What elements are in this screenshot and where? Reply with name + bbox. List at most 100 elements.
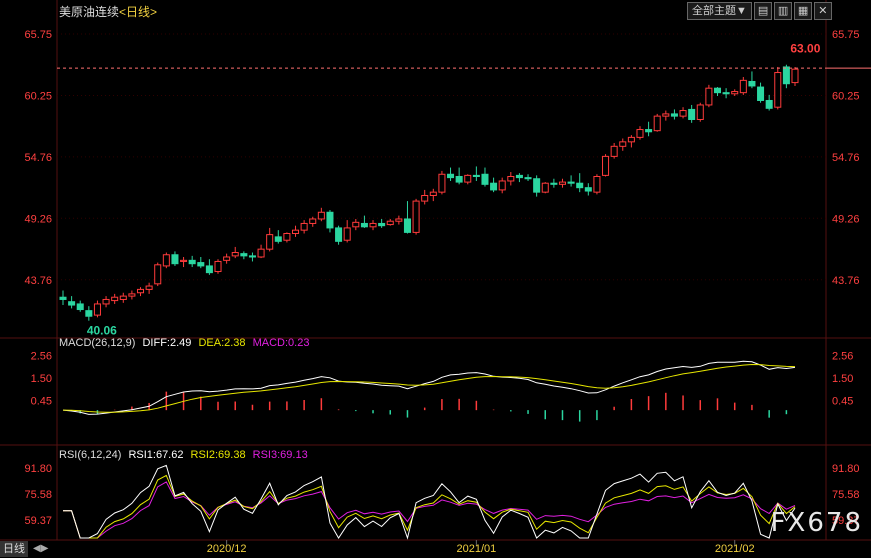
candle-body [774, 72, 782, 108]
candle-body [68, 301, 76, 306]
watermark-logo: FX678 [770, 508, 863, 538]
price-tick-right: 54.76 [832, 152, 860, 164]
candle-body [627, 136, 635, 143]
theme-dropdown[interactable]: 全部主题▼ [687, 2, 752, 20]
candle-body [757, 86, 765, 101]
rsi1-value: RSI1:67.62 [128, 449, 184, 461]
candle-body [739, 79, 747, 94]
candle-body [205, 265, 213, 274]
candle-body [490, 182, 498, 191]
candle-body [472, 174, 480, 177]
candle-body [188, 259, 196, 265]
candle-body [352, 221, 360, 228]
candle-body [197, 262, 205, 267]
candle-body [610, 145, 618, 157]
candle-body [214, 260, 222, 273]
scroll-right-icon[interactable]: ▶ [41, 543, 49, 554]
candle-body [679, 110, 687, 117]
scroll-left-icon[interactable]: ◀ [33, 543, 41, 554]
candle-body [85, 310, 93, 317]
candle-body [59, 296, 67, 300]
candle-body [791, 68, 799, 84]
candle-body [369, 222, 377, 228]
candlestick-series [59, 64, 799, 321]
macd-dea-line [62, 363, 796, 413]
macd-diff-value: DIFF:2.49 [142, 337, 192, 349]
candle-body [584, 187, 592, 192]
date-label: 2021/02 [715, 543, 755, 555]
layout-3-icon[interactable]: ▦ [793, 2, 812, 20]
price-tick-left: 54.76 [24, 152, 52, 164]
candle-body [326, 211, 334, 229]
candle-body [541, 182, 549, 193]
chart-canvas: 65.75 65.75 60.25 60.25 54.76 54.76 49.26 49.26… [0, 0, 871, 555]
macd-dea-value: DEA:2.38 [198, 337, 246, 349]
candle-body [455, 176, 463, 183]
candle-body [765, 99, 773, 109]
period-badge[interactable]: 日线 [0, 541, 28, 557]
candle-body [283, 233, 291, 241]
layout-2-icon[interactable]: ▥ [773, 2, 792, 20]
rsi1-line [63, 464, 796, 540]
candle-body [662, 113, 670, 117]
symbol-name: 美原油连续 [59, 5, 120, 19]
candle-body [653, 115, 661, 132]
candle-body [748, 80, 756, 87]
candle-body [136, 288, 145, 294]
date-label: 2020/12 [207, 543, 247, 555]
high-price-label: 63.00 [790, 42, 820, 56]
candle-body [162, 254, 170, 267]
candle-body [645, 129, 653, 133]
macd-macd-value: MACD:0.23 [252, 337, 310, 349]
candle-body [533, 178, 541, 193]
candle-body [567, 181, 575, 184]
candle-body [593, 176, 601, 193]
toolbar: 全部主题▼ ▤ ▥ ▦ ✕ [687, 2, 832, 20]
candle-body [119, 295, 127, 300]
candle-body [731, 91, 739, 95]
scroll-arrows[interactable]: ◀▶ [33, 541, 48, 557]
candle-body [292, 229, 300, 235]
rsi-tick-left: 91.80 [24, 463, 52, 475]
candle-body [335, 227, 343, 242]
candle-body [111, 296, 119, 302]
candle-body [395, 218, 403, 222]
macd-tick-left: 1.50 [31, 373, 52, 385]
candle-body [180, 259, 188, 262]
candle-body [713, 87, 722, 94]
candle-body [576, 182, 584, 189]
candle-body [360, 222, 368, 228]
price-tick-right: 43.76 [832, 275, 860, 287]
candle-body [782, 66, 790, 85]
candle-body [240, 253, 248, 257]
candle-body [481, 173, 489, 185]
candle-body [421, 195, 429, 202]
candle-body [688, 108, 696, 120]
macd-tick-right: 2.56 [832, 350, 853, 362]
rsi-name: RSI(6,12,24) [59, 449, 122, 461]
date-label: 2021/01 [456, 543, 496, 555]
rsi2-value: RSI2:69.38 [190, 449, 246, 461]
candle-body [619, 141, 627, 147]
rsi-lines [63, 464, 796, 540]
period-label: <日线> [119, 5, 158, 19]
candle-body [447, 173, 455, 179]
candle-body [378, 222, 386, 227]
candle-body [102, 298, 110, 305]
theme-label: 全部主题 [692, 5, 736, 17]
candle-body [223, 256, 231, 261]
candle-body [524, 177, 532, 180]
macd-diff-line [62, 360, 796, 415]
close-icon[interactable]: ✕ [813, 2, 832, 20]
rsi-tick-left: 75.58 [24, 489, 52, 501]
candle-body [498, 180, 506, 191]
candle-body [438, 173, 446, 193]
layout-1-icon[interactable]: ▤ [753, 2, 772, 20]
macd-axis: 2.56 2.56 1.50 1.50 0.45 0.45 [31, 350, 854, 407]
macd-tick-right: 0.45 [832, 396, 853, 408]
candle-body [705, 87, 713, 106]
price-tick-left: 43.76 [24, 275, 52, 287]
rsi3-value: RSI3:69.13 [252, 449, 308, 461]
candle-body [550, 182, 558, 185]
candle-body [558, 181, 566, 185]
